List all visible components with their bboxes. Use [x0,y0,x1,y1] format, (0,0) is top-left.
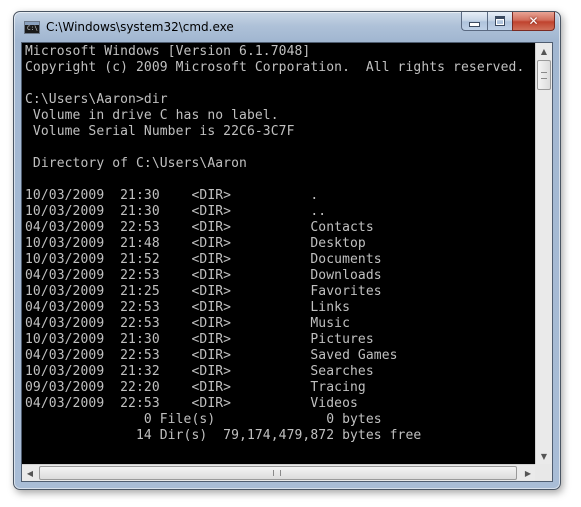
scroll-right-arrow-icon[interactable]: ▶ [520,465,536,481]
horizontal-scroll-thumb[interactable] [39,466,517,480]
console-line: 10/03/2009 21:48 <DIR> Desktop [25,236,366,251]
scroll-up-arrow-icon[interactable]: ▲ [536,43,552,59]
window-title: C:\Windows\system32\cmd.exe [46,20,234,34]
console-line: 04/03/2009 22:53 <DIR> Saved Games [25,348,398,363]
console-line: 04/03/2009 22:53 <DIR> Links [25,300,350,315]
scrollbar-corner [535,464,552,481]
console-line: 09/03/2009 22:20 <DIR> Tracing [25,380,366,395]
console-line: 14 Dir(s) 79,174,479,872 bytes free [25,428,422,443]
console-line: Directory of C:\Users\Aaron [25,156,247,171]
console-line: 04/03/2009 22:53 <DIR> Contacts [25,220,374,235]
console-line: 10/03/2009 21:52 <DIR> Documents [25,252,382,267]
console-line: 10/03/2009 21:25 <DIR> Favorites [25,284,382,299]
console-line: C:\Users\Aaron>dir [25,92,168,107]
scroll-down-arrow-icon[interactable]: ▼ [536,448,552,464]
console-window: C:\ C:\Windows\system32\cmd.exe ✕ Micros… [13,11,561,490]
console-frame: Microsoft Windows [Version 6.1.7048] Cop… [21,42,553,482]
minimize-button[interactable] [461,12,487,31]
close-icon: ✕ [528,14,539,28]
console-line: 10/03/2009 21:32 <DIR> Searches [25,364,374,379]
console-line: 0 File(s) 0 bytes [25,412,382,427]
scroll-left-arrow-icon[interactable]: ◀ [22,465,38,481]
console-line: Volume Serial Number is 22C6-3C7F [25,124,295,139]
vertical-scrollbar[interactable]: ▲ ▼ [535,43,552,464]
cmd-app-icon[interactable]: C:\ [24,21,40,34]
app-icon-text: C:\ [27,25,38,32]
console-output-area[interactable]: Microsoft Windows [Version 6.1.7048] Cop… [22,43,536,464]
console-line: 04/03/2009 22:53 <DIR> Downloads [25,268,382,283]
console-line: 04/03/2009 22:53 <DIR> Videos [25,396,358,411]
console-line: 10/03/2009 21:30 <DIR> Pictures [25,332,374,347]
console-text: Microsoft Windows [Version 6.1.7048] Cop… [22,43,536,444]
vertical-scroll-thumb[interactable] [537,60,551,90]
console-line: 10/03/2009 21:30 <DIR> . [25,188,319,203]
minimize-icon [469,21,480,27]
maximize-icon [495,16,505,26]
title-bar[interactable]: C:\ C:\Windows\system32\cmd.exe ✕ [14,12,560,42]
console-line: 04/03/2009 22:53 <DIR> Music [25,316,350,331]
maximize-button[interactable] [487,12,512,31]
console-line: Copyright (c) 2009 Microsoft Corporation… [25,60,525,75]
horizontal-scrollbar[interactable]: ◀ ▶ [22,464,536,481]
console-line: 10/03/2009 21:30 <DIR> .. [25,204,327,219]
console-line: Microsoft Windows [Version 6.1.7048] [25,44,311,59]
caption-buttons: ✕ [461,12,555,32]
close-button[interactable]: ✕ [512,12,555,31]
console-line: Volume in drive C has no label. [25,108,279,123]
